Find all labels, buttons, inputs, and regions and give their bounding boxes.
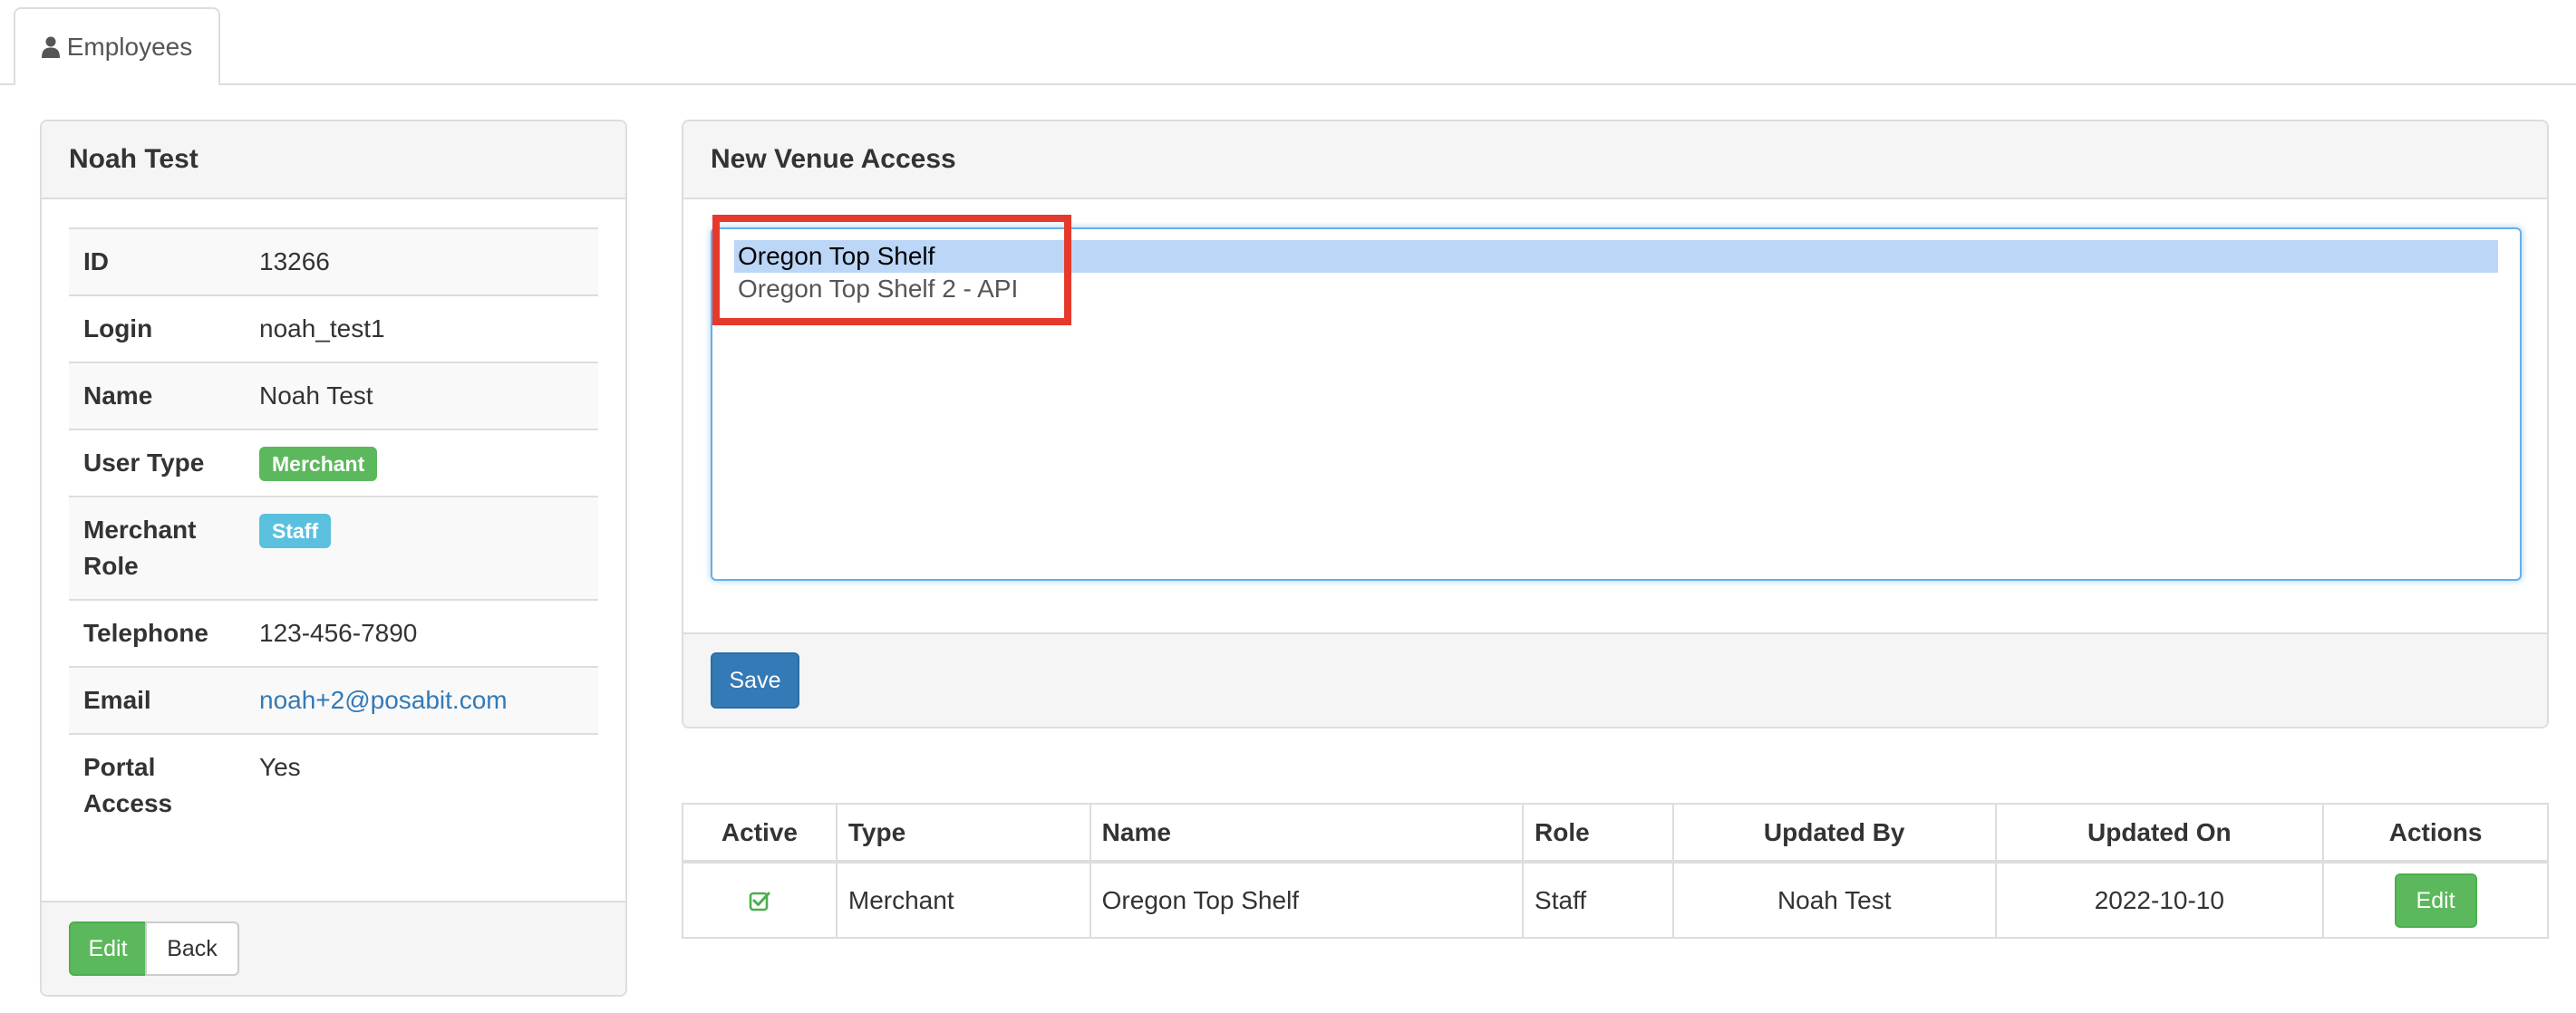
venue-access-panel: New Venue Access Oregon Top Shelf Oregon… xyxy=(682,120,2549,728)
save-button[interactable]: Save xyxy=(711,652,799,709)
employee-info-table: ID 13266 Login noah_test1 Name Noah Test… xyxy=(69,227,598,836)
user-type-badge: Merchant xyxy=(259,447,378,481)
panel-footer: Save xyxy=(683,632,2547,727)
info-label: Telephone xyxy=(69,599,245,667)
updated-on-cell: 2022-10-10 xyxy=(1994,861,2325,939)
table-row: Merchant Oregon Top Shelf Staff Noah Tes… xyxy=(682,861,2549,939)
table-header-row: Active Type Name Role Updated By Updated… xyxy=(682,803,2549,863)
check-square-icon xyxy=(749,892,770,912)
name-cell: Oregon Top Shelf xyxy=(1089,861,1525,939)
tab-bar: Employees xyxy=(0,0,2576,85)
info-row: Login noah_test1 xyxy=(69,294,598,362)
info-row: ID 13266 xyxy=(69,227,598,295)
info-value-cell: Merchant xyxy=(245,429,598,497)
column-header: Name xyxy=(1089,803,1525,863)
email-link[interactable]: noah+2@posabit.com xyxy=(259,686,508,714)
tab-employees[interactable]: Employees xyxy=(14,7,220,85)
venue-access-table: Active Type Name Role Updated By Updated… xyxy=(682,803,2549,939)
panel-footer: Edit Back xyxy=(42,901,625,995)
info-row: User Type Merchant xyxy=(69,429,598,497)
venue-option[interactable]: Oregon Top Shelf 2 - API xyxy=(734,273,2498,305)
actions-cell: Edit xyxy=(2322,861,2549,939)
venue-option[interactable]: Oregon Top Shelf xyxy=(734,240,2498,273)
info-value-cell: noah+2@posabit.com xyxy=(245,666,598,734)
column-header: Actions xyxy=(2322,803,2549,863)
panel-title: New Venue Access xyxy=(683,121,2547,199)
info-label: Merchant Role xyxy=(69,496,245,600)
info-value-cell: Staff xyxy=(245,496,598,600)
edit-button[interactable]: Edit xyxy=(69,921,147,976)
panel-title: Noah Test xyxy=(42,121,625,199)
role-cell: Staff xyxy=(1522,861,1674,939)
column-header: Active xyxy=(682,803,838,863)
info-row: Email noah+2@posabit.com xyxy=(69,666,598,734)
merchant-role-badge: Staff xyxy=(259,514,332,548)
info-label: User Type xyxy=(69,429,245,497)
info-label: Email xyxy=(69,666,245,734)
active-cell xyxy=(682,861,838,939)
info-label: Name xyxy=(69,362,245,429)
info-label: Login xyxy=(69,294,245,362)
info-value: 13266 xyxy=(245,227,598,295)
info-row: Telephone 123-456-7890 xyxy=(69,599,598,667)
column-header: Role xyxy=(1522,803,1674,863)
info-value: Yes xyxy=(245,733,598,836)
column-header: Updated By xyxy=(1671,803,1997,863)
column-header: Type xyxy=(835,803,1091,863)
updated-by-cell: Noah Test xyxy=(1671,861,1997,939)
user-icon xyxy=(41,36,60,58)
employee-details-panel: Noah Test ID 13266 Login noah_test1 Name… xyxy=(40,120,627,997)
info-label: ID xyxy=(69,227,245,295)
info-row: Portal Access Yes xyxy=(69,733,598,836)
column-header: Updated On xyxy=(1994,803,2325,863)
back-button[interactable]: Back xyxy=(145,921,239,976)
info-row: Merchant Role Staff xyxy=(69,496,598,600)
info-row: Name Noah Test xyxy=(69,362,598,429)
tab-label: Employees xyxy=(66,33,193,61)
row-edit-button[interactable]: Edit xyxy=(2394,873,2477,928)
info-label: Portal Access xyxy=(69,733,245,836)
info-value: 123-456-7890 xyxy=(245,599,598,667)
venue-multiselect[interactable]: Oregon Top Shelf Oregon Top Shelf 2 - AP… xyxy=(711,227,2522,581)
info-value: Noah Test xyxy=(245,362,598,429)
info-value: noah_test1 xyxy=(245,294,598,362)
type-cell: Merchant xyxy=(835,861,1091,939)
